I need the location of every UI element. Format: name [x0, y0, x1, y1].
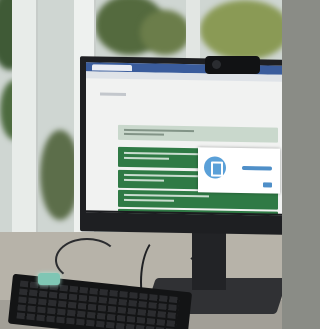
browser-tab	[92, 64, 132, 72]
usb-device-icon	[38, 273, 60, 285]
taskbar-icon	[128, 213, 131, 216]
popup-dialog	[198, 147, 280, 194]
taskbar-icon	[96, 212, 99, 216]
window-frame-right	[186, 0, 200, 60]
window-frame-left	[12, 0, 38, 240]
taskbar-icon	[104, 212, 107, 216]
monitor-stand-neck	[192, 230, 226, 290]
edit-icon	[204, 156, 226, 179]
dialog-small-button	[263, 182, 272, 188]
taskbar-icon	[120, 212, 123, 216]
cable	[55, 238, 119, 282]
taskbar-icon	[136, 213, 139, 216]
monitor-screen	[86, 62, 282, 216]
task-card	[118, 124, 278, 143]
webcam-lens	[212, 60, 221, 69]
page-heading	[100, 92, 126, 96]
taskbar-icon	[112, 212, 115, 216]
dialog-primary-button	[242, 165, 272, 171]
monitor	[80, 56, 282, 235]
photo-scene	[0, 0, 282, 329]
